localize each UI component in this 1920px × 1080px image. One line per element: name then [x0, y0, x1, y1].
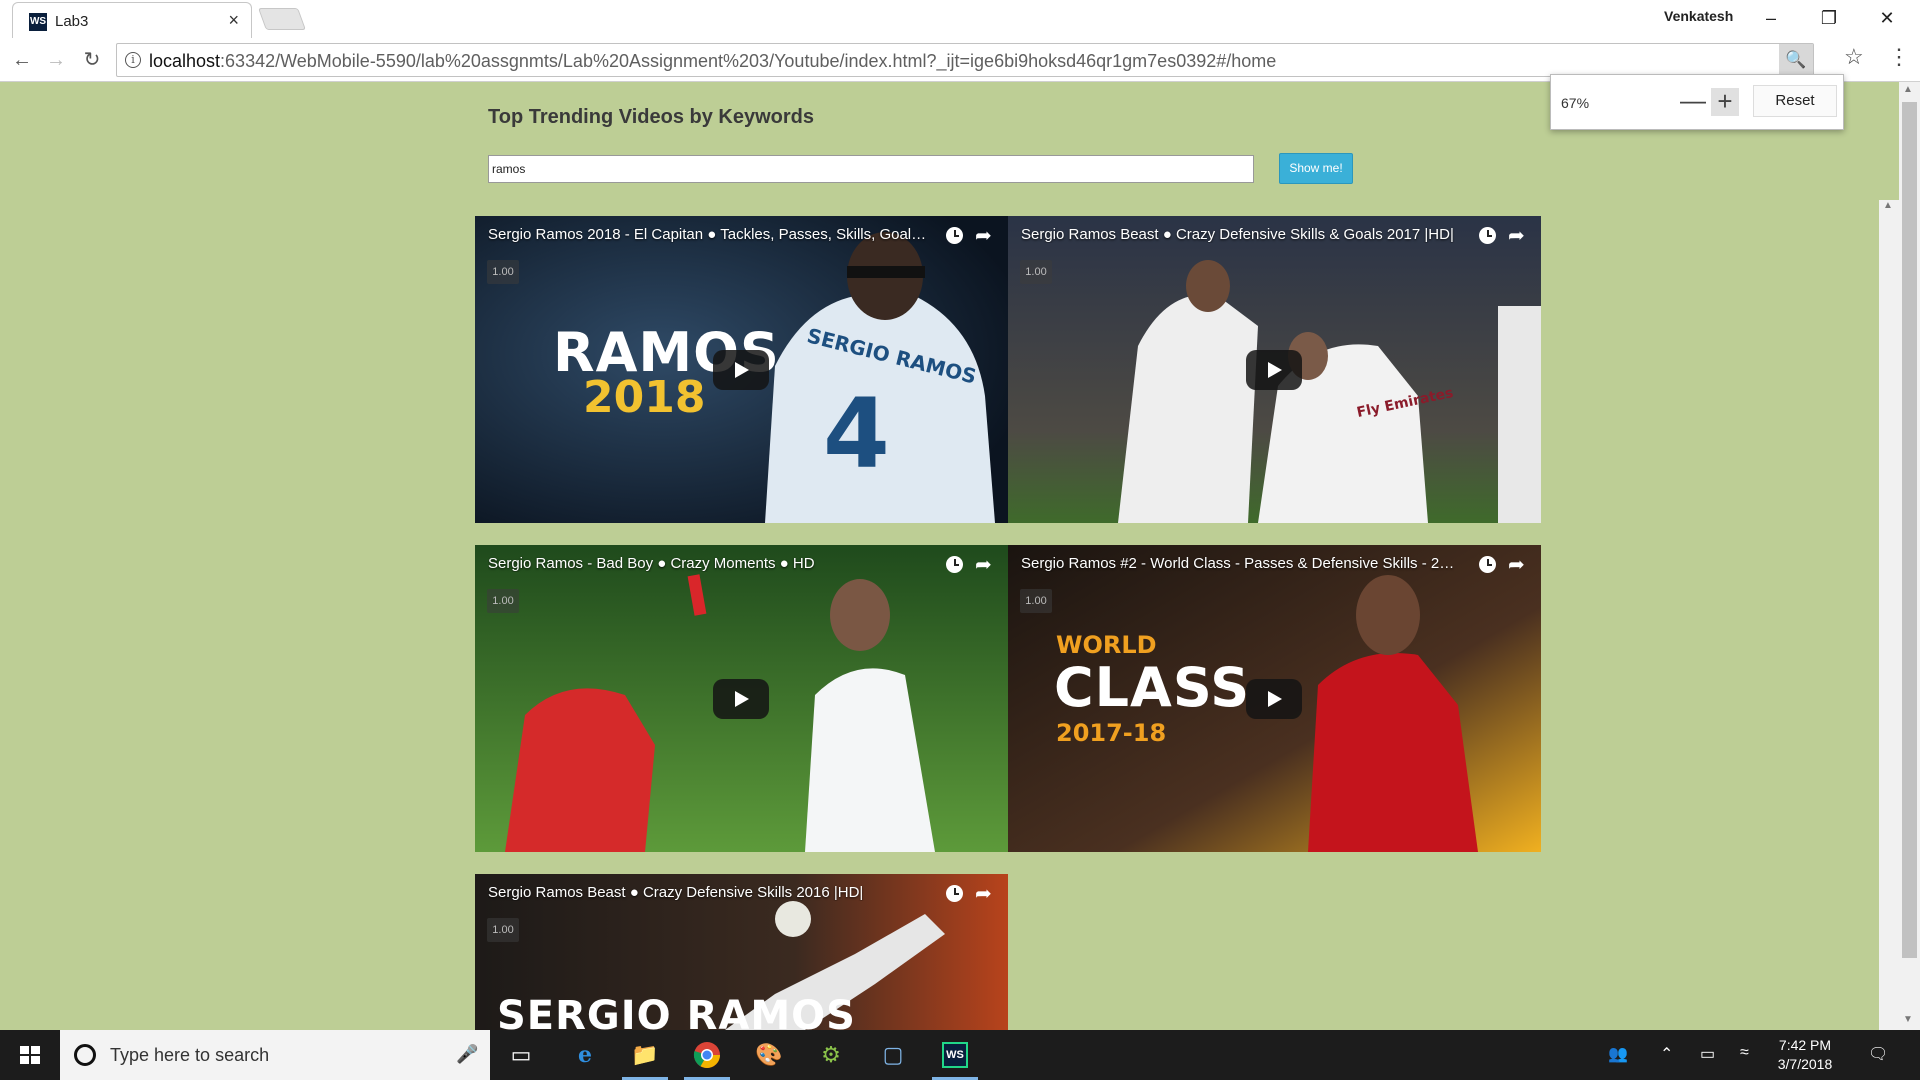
video-title[interactable]: Sergio Ramos - Bad Boy ● Crazy Moments ●…	[488, 555, 928, 572]
scrollbar-thumb[interactable]	[1902, 102, 1917, 958]
windows-taskbar: Type here to search 🎤 ▭ e 📁 🎨 ⚙ ▢ WS 👥 ⌃…	[0, 1030, 1920, 1080]
watch-later-clock-icon[interactable]	[946, 227, 963, 244]
thumbnail-top-text: WORLD	[1056, 631, 1157, 659]
page-title: Top Trending Videos by Keywords	[488, 106, 814, 128]
thumbnail-year-text: 2017-18	[1056, 719, 1167, 747]
video-title[interactable]: Sergio Ramos 2018 - El Capitan ● Tackles…	[488, 226, 928, 243]
thumbnail-title-text: CLASS	[1054, 656, 1251, 719]
play-button-icon[interactable]	[1246, 679, 1302, 719]
play-button-icon[interactable]	[713, 350, 769, 390]
share-arrow-icon[interactable]: ➦	[1508, 223, 1525, 248]
video-player[interactable]: RAMOS 2018 SERGIO RAMOS 4 Sergio Ramos 2…	[475, 216, 1008, 523]
url-path: :63342/WebMobile-5590/lab%20assgnmts/Lab…	[220, 51, 1277, 71]
battery-icon[interactable]: ▭	[1700, 1044, 1715, 1064]
watch-later-clock-icon[interactable]	[1479, 227, 1496, 244]
watch-later-clock-icon[interactable]	[1479, 556, 1496, 573]
inner-scrollbar[interactable]: ▲	[1879, 200, 1899, 1030]
browser-tab[interactable]: WS Lab3 ×	[12, 2, 252, 38]
restore-icon[interactable]: ❐	[1806, 4, 1852, 32]
back-arrow-icon[interactable]: ←	[8, 46, 36, 74]
android-studio-icon[interactable]: ⚙	[816, 1040, 846, 1070]
action-center-icon[interactable]: 🗨	[1868, 1044, 1888, 1064]
virtualbox-icon[interactable]: ▢	[878, 1040, 908, 1070]
playback-speed-badge: 1.00	[487, 589, 519, 613]
scroll-up-arrow-icon[interactable]: ▲	[1903, 84, 1913, 95]
browser-titlebar: WS Lab3 × Venkatesh – ❐ ✕	[0, 0, 1920, 38]
video-player[interactable]: Fly Emirates Sergio Ramos Beast ● Crazy …	[1008, 216, 1541, 523]
watch-later-clock-icon[interactable]	[946, 885, 963, 902]
webstorm-favicon-icon: WS	[29, 13, 47, 31]
playback-speed-badge: 1.00	[487, 260, 519, 284]
chrome-menu-icon[interactable]: ⋮	[1888, 44, 1910, 70]
video-title[interactable]: Sergio Ramos Beast ● Crazy Defensive Ski…	[488, 884, 928, 901]
playback-speed-badge: 1.00	[487, 918, 519, 942]
url-text[interactable]: localhost:63342/WebMobile-5590/lab%20ass…	[149, 51, 1276, 72]
bookmark-star-icon[interactable]: ☆	[1844, 44, 1864, 70]
zoom-level: 67%	[1561, 95, 1590, 111]
start-button[interactable]	[0, 1030, 60, 1080]
people-icon[interactable]: 👥	[1608, 1044, 1628, 1064]
playback-speed-badge: 1.00	[1020, 589, 1052, 613]
webstorm-logo-graphic: WS	[942, 1042, 968, 1068]
play-button-icon[interactable]	[713, 679, 769, 719]
task-view-icon[interactable]: ▭	[506, 1040, 536, 1070]
reload-icon[interactable]: ↻	[78, 46, 106, 74]
share-arrow-icon[interactable]: ➦	[975, 881, 992, 906]
zoom-out-button[interactable]: —	[1679, 87, 1707, 116]
zoom-popup: 67% — + Reset	[1550, 74, 1844, 130]
clock-time: 7:42 PM	[1778, 1037, 1832, 1053]
profile-name[interactable]: Venkatesh	[1664, 8, 1733, 24]
chrome-logo-graphic	[693, 1042, 720, 1068]
url-host: localhost	[149, 51, 221, 71]
site-info-icon[interactable]: i	[125, 52, 141, 68]
edge-icon[interactable]: e	[570, 1040, 600, 1070]
scroll-down-arrow-icon[interactable]: ▼	[1903, 1014, 1913, 1025]
taskbar-search-placeholder: Type here to search	[110, 1045, 270, 1065]
thumbnail-year-text: 2018	[583, 372, 706, 423]
scroll-up-arrow-icon[interactable]: ▲	[1883, 200, 1893, 211]
wifi-icon[interactable]: ≈	[1740, 1044, 1749, 1062]
tab-title: Lab3	[55, 13, 89, 30]
forward-arrow-icon[interactable]: →	[42, 46, 70, 74]
zoom-magnifier-icon[interactable]: 🔍	[1779, 44, 1813, 76]
paint-icon[interactable]: 🎨	[754, 1040, 784, 1070]
show-me-button[interactable]: Show me!	[1279, 153, 1353, 184]
video-title[interactable]: Sergio Ramos #2 - World Class - Passes &…	[1021, 555, 1461, 572]
minimize-icon[interactable]: –	[1748, 4, 1794, 32]
playback-speed-badge: 1.00	[1020, 260, 1052, 284]
cortana-icon	[74, 1044, 96, 1066]
keyword-search-input[interactable]: ramos	[488, 155, 1254, 183]
microphone-icon[interactable]: 🎤	[456, 1044, 478, 1065]
file-explorer-icon[interactable]: 📁	[630, 1040, 660, 1070]
share-arrow-icon[interactable]: ➦	[975, 223, 992, 248]
clock-date: 3/7/2018	[1777, 1056, 1833, 1072]
share-arrow-icon[interactable]: ➦	[1508, 552, 1525, 577]
taskbar-clock[interactable]: 7:42 PM 3/7/2018	[1770, 1036, 1840, 1074]
jersey-number-text: 4	[823, 378, 890, 490]
zoom-reset-button[interactable]: Reset	[1753, 85, 1837, 117]
play-button-icon[interactable]	[1246, 350, 1302, 390]
video-player[interactable]: WORLD CLASS 2017-18 Sergio Ramos #2 - Wo…	[1008, 545, 1541, 852]
windows-logo-icon	[20, 1046, 40, 1064]
tab-close-icon[interactable]: ×	[228, 10, 239, 31]
video-title[interactable]: Sergio Ramos Beast ● Crazy Defensive Ski…	[1021, 226, 1461, 243]
video-player[interactable]: Sergio Ramos - Bad Boy ● Crazy Moments ●…	[475, 545, 1008, 852]
chrome-icon[interactable]	[692, 1040, 722, 1070]
page-scrollbar[interactable]: ▲ ▼	[1899, 82, 1920, 1030]
new-tab-button[interactable]	[257, 8, 307, 30]
thumbnail-title-text: SERGIO RAMOS	[497, 993, 856, 1030]
webstorm-icon[interactable]: WS	[940, 1040, 970, 1070]
show-hidden-icons-chevron-icon[interactable]: ⌃	[1660, 1044, 1673, 1064]
video-player[interactable]: SERGIO RAMOS Sergio Ramos Beast ● Crazy …	[475, 874, 1008, 1030]
share-arrow-icon[interactable]: ➦	[975, 552, 992, 577]
close-window-icon[interactable]: ✕	[1864, 4, 1910, 32]
taskbar-search-box[interactable]: Type here to search 🎤	[60, 1030, 490, 1080]
address-bar[interactable]: i localhost:63342/WebMobile-5590/lab%20a…	[116, 43, 1814, 77]
watch-later-clock-icon[interactable]	[946, 556, 963, 573]
zoom-in-button[interactable]: +	[1711, 88, 1739, 116]
